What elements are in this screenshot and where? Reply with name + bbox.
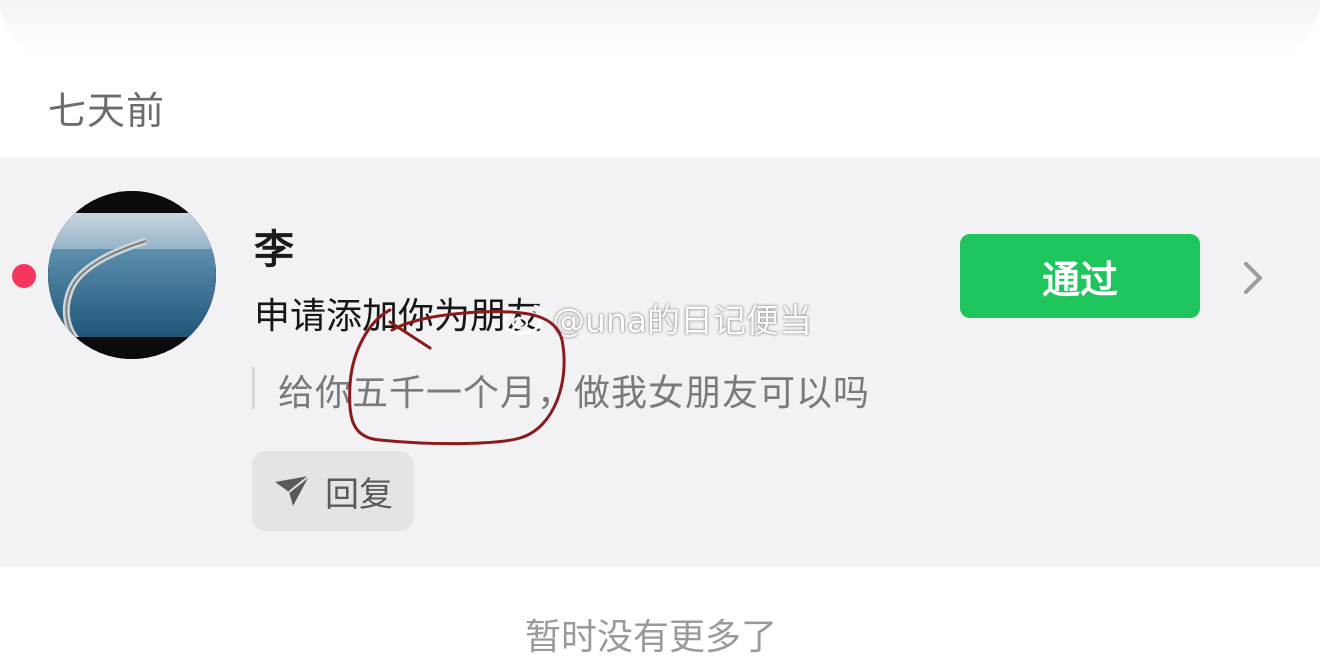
friend-request-card[interactable] xyxy=(0,157,1320,567)
request-message: 给你五千一个月，做我女朋友可以吗 xyxy=(278,373,871,414)
reply-button[interactable]: 回复 xyxy=(252,451,414,531)
message-quote-bar xyxy=(252,367,255,409)
no-more-footer: 暂时没有更多了 xyxy=(525,617,778,658)
request-text: 申请添加你为朋友 xyxy=(254,296,543,337)
watermark-text: @una的日记便当 xyxy=(552,301,813,340)
section-header-seven-days-ago: 七天前 xyxy=(48,89,166,133)
send-icon xyxy=(275,475,310,506)
accept-button[interactable]: 通过 xyxy=(960,234,1200,318)
top-panel-shadow xyxy=(0,0,1320,60)
avatar[interactable] xyxy=(48,191,216,359)
unread-indicator xyxy=(12,264,36,288)
requester-name[interactable]: 李 xyxy=(254,217,294,275)
chevron-right-icon[interactable] xyxy=(1238,258,1270,298)
avatar-image xyxy=(48,191,216,359)
reply-label: 回复 xyxy=(325,474,393,515)
weibo-logo-icon xyxy=(502,304,546,335)
watermark: @una的日记便当 xyxy=(500,294,812,342)
